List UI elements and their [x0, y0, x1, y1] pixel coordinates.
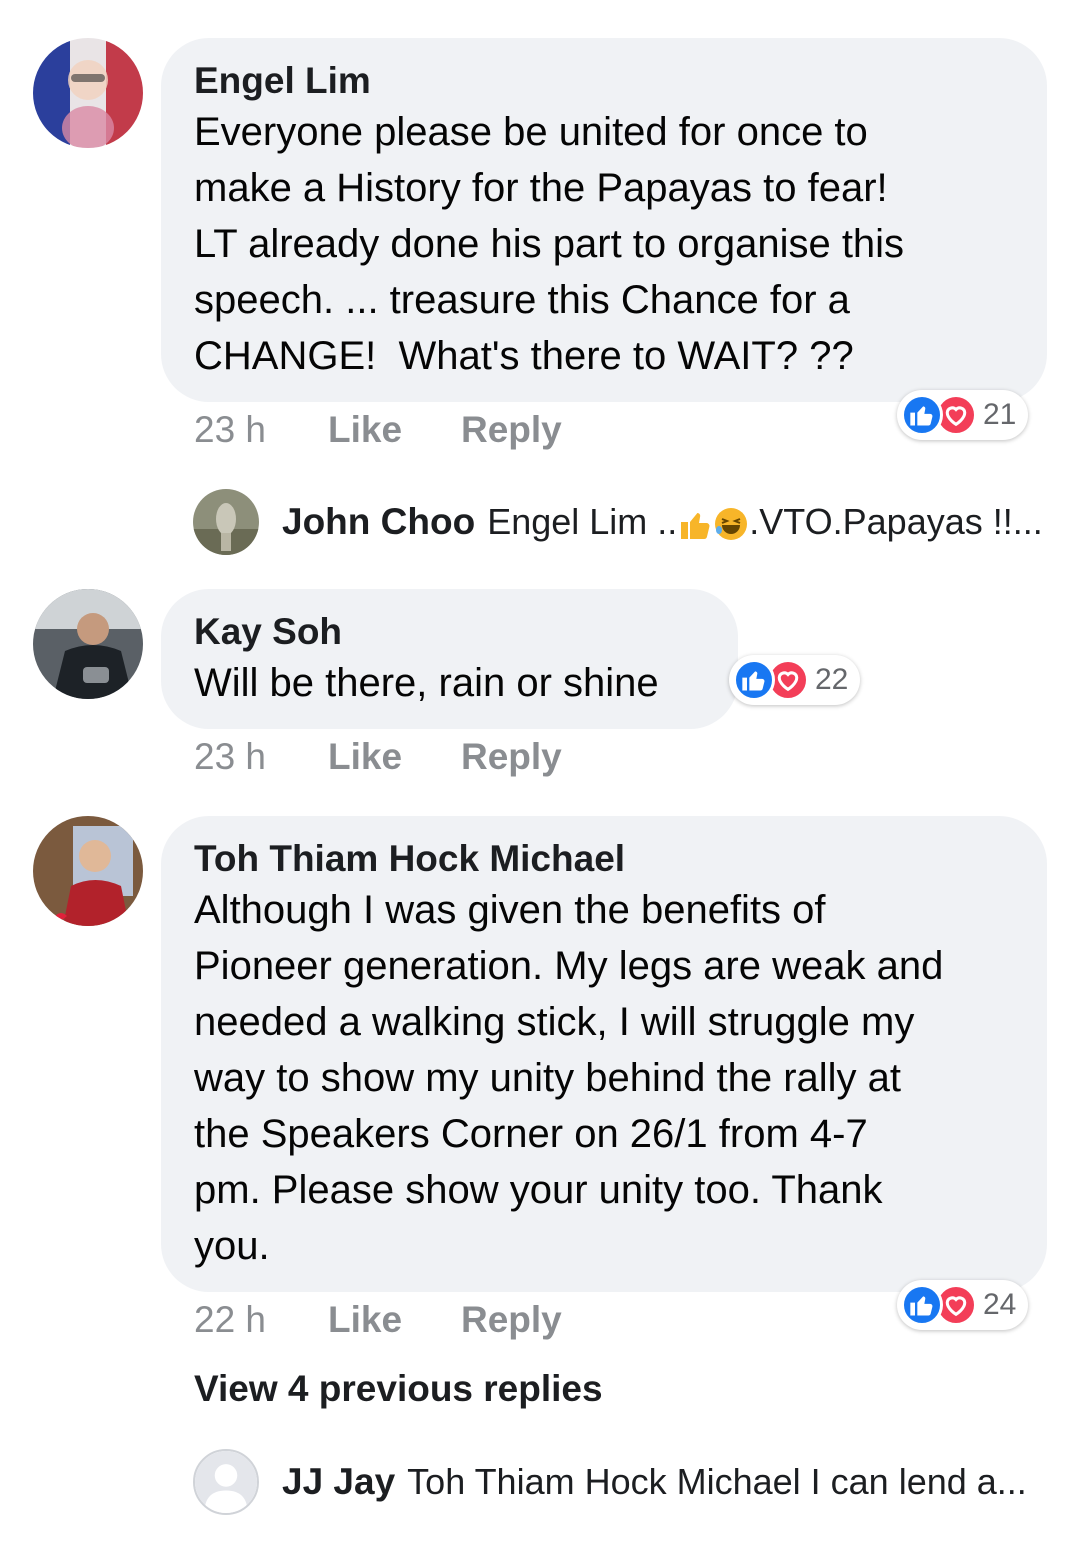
reply-text: Engel Lim .. .VTO.Papayas !!...	[487, 501, 1043, 543]
reply-button[interactable]: Reply	[461, 409, 562, 451]
reply-text-part: .VTO.Papayas !!...	[749, 501, 1043, 542]
profile-photo-icon	[33, 816, 143, 926]
comment-bubble: Toh Thiam Hock Michael Although I was gi…	[161, 816, 1047, 1292]
comment-bubble: Kay Soh Will be there, rain or shine	[161, 589, 738, 729]
comment-author[interactable]: Engel Lim	[194, 58, 1014, 104]
comment-timestamp[interactable]: 23 h	[194, 736, 328, 778]
like-reaction-icon	[901, 394, 943, 436]
reply-preview[interactable]: JJ Jay Toh Thiam Hock Michael I can lend…	[282, 1459, 1027, 1505]
avatar-john-choo[interactable]	[193, 489, 259, 555]
avatar-jj-jay[interactable]	[193, 1449, 259, 1515]
comment-timestamp[interactable]: 22 h	[194, 1299, 328, 1341]
profile-photo-icon	[33, 589, 143, 699]
like-button[interactable]: Like	[328, 1299, 461, 1341]
reply-preview[interactable]: John Choo Engel Lim .. .VTO.Papayas !!...	[282, 499, 1043, 545]
comment-text: Everyone please be united for once to ma…	[194, 110, 905, 378]
reply-button[interactable]: Reply	[461, 736, 562, 778]
comment-actions: 23 h Like Reply	[194, 409, 562, 451]
default-avatar-icon	[195, 1451, 257, 1513]
profile-photo-icon	[33, 38, 143, 148]
profile-photo-icon	[193, 489, 259, 555]
reaction-summary[interactable]: 22	[729, 655, 861, 705]
comment-actions: 23 h Like Reply	[194, 736, 562, 778]
reply-text-part: Engel Lim ..	[487, 501, 678, 542]
avatar-kay-soh[interactable]	[33, 589, 143, 699]
laughing-emoji-icon	[715, 508, 748, 541]
reaction-count: 22	[815, 663, 849, 696]
comment-bubble: Engel Lim Everyone please be united for …	[161, 38, 1047, 402]
reaction-summary[interactable]: 21	[897, 390, 1029, 440]
like-button[interactable]: Like	[328, 736, 461, 778]
reaction-summary[interactable]: 24	[897, 1280, 1029, 1330]
reaction-count: 24	[983, 1288, 1017, 1321]
comment-author[interactable]: Kay Soh	[194, 609, 705, 655]
avatar-toh-thiam-hock-michael[interactable]	[33, 816, 143, 926]
comment-text: Although I was given the benefits of Pio…	[194, 888, 944, 1268]
thumbs-up-emoji-icon	[681, 513, 710, 540]
like-reaction-icon	[901, 1284, 943, 1326]
comment-text: Will be there, rain or shine	[194, 661, 659, 705]
reply-author[interactable]: John Choo	[282, 501, 475, 543]
reaction-count: 21	[983, 398, 1017, 431]
like-reaction-icon	[733, 659, 775, 701]
avatar-engel-lim[interactable]	[33, 38, 143, 148]
reply-text: Toh Thiam Hock Michael I can lend a...	[407, 1461, 1027, 1502]
comment-author[interactable]: Toh Thiam Hock Michael	[194, 836, 1014, 882]
reply-button[interactable]: Reply	[461, 1299, 562, 1341]
view-previous-replies-link[interactable]: View 4 previous replies	[194, 1368, 603, 1410]
like-button[interactable]: Like	[328, 409, 461, 451]
reply-author[interactable]: JJ Jay	[282, 1461, 395, 1503]
comment-actions: 22 h Like Reply	[194, 1299, 562, 1341]
comment-timestamp[interactable]: 23 h	[194, 409, 328, 451]
